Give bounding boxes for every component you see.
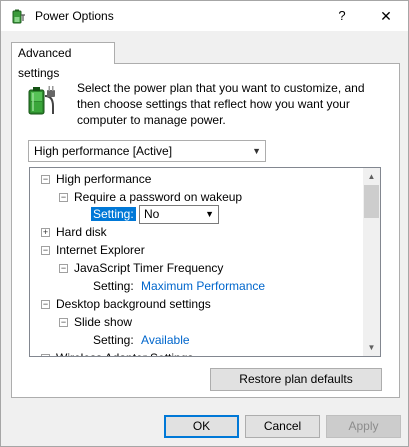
cancel-button[interactable]: Cancel: [245, 415, 320, 438]
tree-item-label: Wireless Adapter Settings: [56, 349, 193, 356]
apply-button[interactable]: Apply: [326, 415, 401, 438]
tree-setting-js-timer[interactable]: Setting: Maximum Performance: [93, 277, 265, 295]
collapse-icon[interactable]: −: [59, 193, 68, 202]
window-title: Power Options: [35, 9, 114, 23]
tree-setting-password[interactable]: Setting: No ▼: [91, 205, 293, 224]
title-bar[interactable]: Power Options ? ✕: [1, 1, 408, 31]
setting-label: Setting:: [91, 207, 136, 221]
js-timer-setting-value[interactable]: Maximum Performance: [141, 279, 265, 293]
collapse-icon[interactable]: −: [41, 300, 50, 309]
help-button[interactable]: ?: [323, 1, 361, 31]
power-options-dialog: Power Options ? ✕ Advanced settings Sele…: [0, 0, 409, 447]
tree-item-label: Slide show: [74, 315, 133, 329]
tree-item-label: Hard disk: [56, 225, 107, 239]
scrollbar-thumb[interactable]: [364, 185, 379, 218]
tree-item-label: High performance: [56, 172, 152, 186]
collapse-icon[interactable]: −: [59, 318, 68, 327]
power-plan-dropdown[interactable]: High performance [Active] ▼: [28, 140, 266, 162]
password-setting-dropdown[interactable]: No ▼: [139, 205, 219, 224]
description-text: Select the power plan that you want to c…: [77, 81, 365, 127]
tree-setting-slide-show[interactable]: Setting: Available: [93, 331, 190, 349]
collapse-icon[interactable]: −: [41, 354, 50, 356]
scroll-down-arrow-icon[interactable]: ▼: [363, 339, 380, 356]
scroll-up-arrow-icon[interactable]: ▲: [363, 168, 380, 185]
ok-button[interactable]: OK: [164, 415, 239, 438]
tree-item-label: Require a password on wakeup: [74, 190, 243, 204]
password-setting-value: No: [144, 207, 160, 221]
setting-label: Setting:: [93, 279, 134, 293]
settings-tree[interactable]: − High performance − Require a password …: [29, 167, 381, 357]
battery-power-plug-icon: [28, 86, 55, 115]
tree-item-label: Desktop background settings: [56, 297, 211, 311]
tree-item-label: Internet Explorer: [56, 243, 145, 257]
collapse-icon[interactable]: −: [59, 264, 68, 273]
tree-item-label: JavaScript Timer Frequency: [74, 261, 224, 275]
slide-show-setting-value[interactable]: Available: [141, 333, 189, 347]
power-plan-value: High performance [Active]: [34, 144, 173, 158]
tab-advanced-settings[interactable]: Advanced settings: [11, 42, 115, 80]
expand-icon[interactable]: +: [41, 228, 50, 237]
collapse-icon[interactable]: −: [41, 175, 50, 184]
power-options-icon: [12, 9, 25, 24]
chevron-down-icon: ▼: [252, 146, 261, 156]
vertical-scrollbar[interactable]: ▲ ▼: [363, 168, 380, 356]
close-button[interactable]: ✕: [364, 1, 408, 31]
restore-plan-defaults-button[interactable]: Restore plan defaults: [210, 368, 382, 391]
collapse-icon[interactable]: −: [41, 246, 50, 255]
setting-label: Setting:: [93, 333, 134, 347]
chevron-down-icon: ▼: [205, 209, 214, 219]
